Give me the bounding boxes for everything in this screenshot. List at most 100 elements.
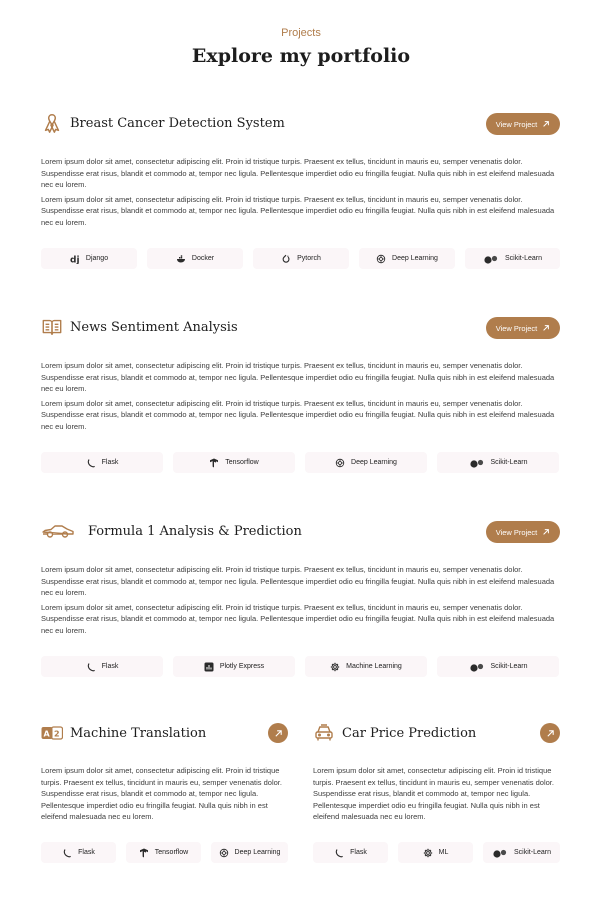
project-card-breast-cancer: Breast Cancer Detection System View Proj… <box>41 112 560 269</box>
tag-label: Flask <box>101 663 119 670</box>
tag-docker: Docker <box>147 248 243 269</box>
car-icon <box>313 722 335 744</box>
flask-icon <box>86 662 96 672</box>
project-title: Breast Cancer Detection System <box>70 116 285 131</box>
docker-icon <box>176 254 186 264</box>
svg-text:A: A <box>44 730 51 739</box>
plotly-icon <box>204 662 214 672</box>
project-title: Formula 1 Analysis & Prediction <box>88 524 302 539</box>
section-eyebrow: Projects <box>281 27 321 39</box>
tensorflow-icon <box>209 458 219 468</box>
tag-label: Pytorch <box>297 255 321 262</box>
tech-tags: Flask Tensorflow Deep Learning Scikit-Le… <box>41 452 559 473</box>
tag-label: Scikit-Learn <box>490 459 528 466</box>
project-description: Lorem ipsum dolor sit amet, consectetur … <box>41 564 560 636</box>
flask-icon <box>62 848 72 858</box>
tech-tags: Flask Tensorflow Deep Learning <box>41 842 288 863</box>
tensorflow-icon <box>139 848 149 858</box>
scikit-learn-icon <box>483 254 499 264</box>
arrow-up-right-icon <box>543 529 550 535</box>
tag-label: Scikit-Learn <box>514 849 551 856</box>
django-icon: dj <box>70 254 80 264</box>
tag-flask: Flask <box>41 842 116 863</box>
view-project-button[interactable]: View Project <box>486 317 560 339</box>
tag-flask: Flask <box>41 452 163 473</box>
tag-label: Tensorflow <box>225 459 259 466</box>
description-paragraph: Lorem ipsum dolor sit amet, consectetur … <box>41 398 555 431</box>
description-paragraph: Lorem ipsum dolor sit amet, consectetur … <box>41 361 555 393</box>
project-description: Lorem ipsum dolor sit amet, consectetur … <box>41 156 560 228</box>
tag-label: Django <box>85 255 109 262</box>
flask-icon <box>86 458 96 468</box>
view-project-button[interactable] <box>268 723 288 743</box>
svg-text:2: 2 <box>54 730 60 739</box>
tag-label: Deep Learning <box>392 255 438 262</box>
project-card-news-sentiment: News Sentiment Analysis View Project Lor… <box>41 316 560 473</box>
tag-label: Deep Learning <box>351 459 397 466</box>
description-paragraph: Lorem ipsum dolor sit amet, consectetur … <box>313 766 554 821</box>
gear-icon <box>423 848 433 858</box>
tag-pytorch: Pytorch <box>253 248 349 269</box>
tag-label: Plotly Express <box>219 663 265 670</box>
svg-text:dj: dj <box>70 255 80 264</box>
tag-label: Flask <box>101 459 119 466</box>
tag-django: dj Django <box>41 248 137 269</box>
tag-deep-learning: Deep Learning <box>305 452 427 473</box>
view-project-button[interactable] <box>540 723 560 743</box>
view-project-label: View Project <box>495 323 538 333</box>
brain-icon <box>376 254 386 264</box>
tag-label: Tensorflow <box>154 849 189 856</box>
tag-scikit-learn: Scikit-Learn <box>483 842 560 863</box>
brain-icon <box>335 458 345 468</box>
tag-flask: Flask <box>313 842 388 863</box>
tech-tags: Flask Plotly Express Machine Learning Sc… <box>41 656 559 677</box>
flask-icon <box>334 848 344 858</box>
tag-label: Docker <box>191 255 215 262</box>
project-description: Lorem ipsum dolor sit amet, consectetur … <box>313 765 560 823</box>
newspaper-icon <box>41 316 63 338</box>
tag-scikit-learn: Scikit-Learn <box>437 656 559 677</box>
project-description: Lorem ipsum dolor sit amet, consectetur … <box>41 765 288 823</box>
gear-icon <box>330 662 340 672</box>
arrow-up-right-icon <box>274 729 282 737</box>
description-paragraph: Lorem ipsum dolor sit amet, consectetur … <box>41 157 555 189</box>
race-car-icon <box>41 520 75 542</box>
tag-tensorflow: Tensorflow <box>173 452 295 473</box>
tag-plotly-express: Plotly Express <box>173 656 295 677</box>
tag-deep-learning: Deep Learning <box>359 248 455 269</box>
tag-tensorflow: Tensorflow <box>126 842 201 863</box>
project-title: News Sentiment Analysis <box>70 320 238 335</box>
tag-deep-learning: Deep Learning <box>211 842 288 863</box>
project-card-formula-1: Formula 1 Analysis & Prediction View Pro… <box>41 520 560 677</box>
view-project-button[interactable]: View Project <box>486 521 560 543</box>
tag-label: Flask <box>78 849 95 856</box>
tag-scikit-learn: Scikit-Learn <box>465 248 560 269</box>
ribbon-icon <box>41 112 63 134</box>
tag-scikit-learn: Scikit-Learn <box>437 452 559 473</box>
tag-machine-learning: Machine Learning <box>305 656 427 677</box>
tag-label: Machine Learning <box>346 663 402 670</box>
tag-ml: ML <box>398 842 473 863</box>
scikit-learn-icon <box>469 662 485 672</box>
brain-icon <box>219 848 229 858</box>
tag-label: Scikit-Learn <box>505 255 542 262</box>
description-paragraph: Lorem ipsum dolor sit amet, consectetur … <box>41 766 282 821</box>
tag-label: ML <box>438 849 449 856</box>
tag-label: Flask <box>350 849 367 856</box>
tech-tags: Flask ML Scikit-Learn <box>313 842 560 863</box>
description-paragraph: Lorem ipsum dolor sit amet, consectetur … <box>41 194 555 227</box>
pytorch-icon <box>281 254 291 264</box>
view-project-label: View Project <box>495 527 538 537</box>
project-title: Machine Translation <box>70 726 207 741</box>
view-project-button[interactable]: View Project <box>486 113 560 135</box>
view-project-label: View Project <box>495 119 538 129</box>
arrow-up-right-icon <box>546 729 554 737</box>
description-paragraph: Lorem ipsum dolor sit amet, consectetur … <box>41 565 555 597</box>
project-description: Lorem ipsum dolor sit amet, consectetur … <box>41 360 560 432</box>
tech-tags: dj Django Docker Pytorch Deep Learning S… <box>41 248 560 269</box>
arrow-up-right-icon <box>543 325 550 331</box>
page-title: Explore my portfolio <box>191 45 411 67</box>
project-card-machine-translation: A 2 Machine Translation Lorem ipsum dolo… <box>41 722 288 863</box>
project-title: Car Price Prediction <box>342 726 477 741</box>
tag-flask: Flask <box>41 656 163 677</box>
